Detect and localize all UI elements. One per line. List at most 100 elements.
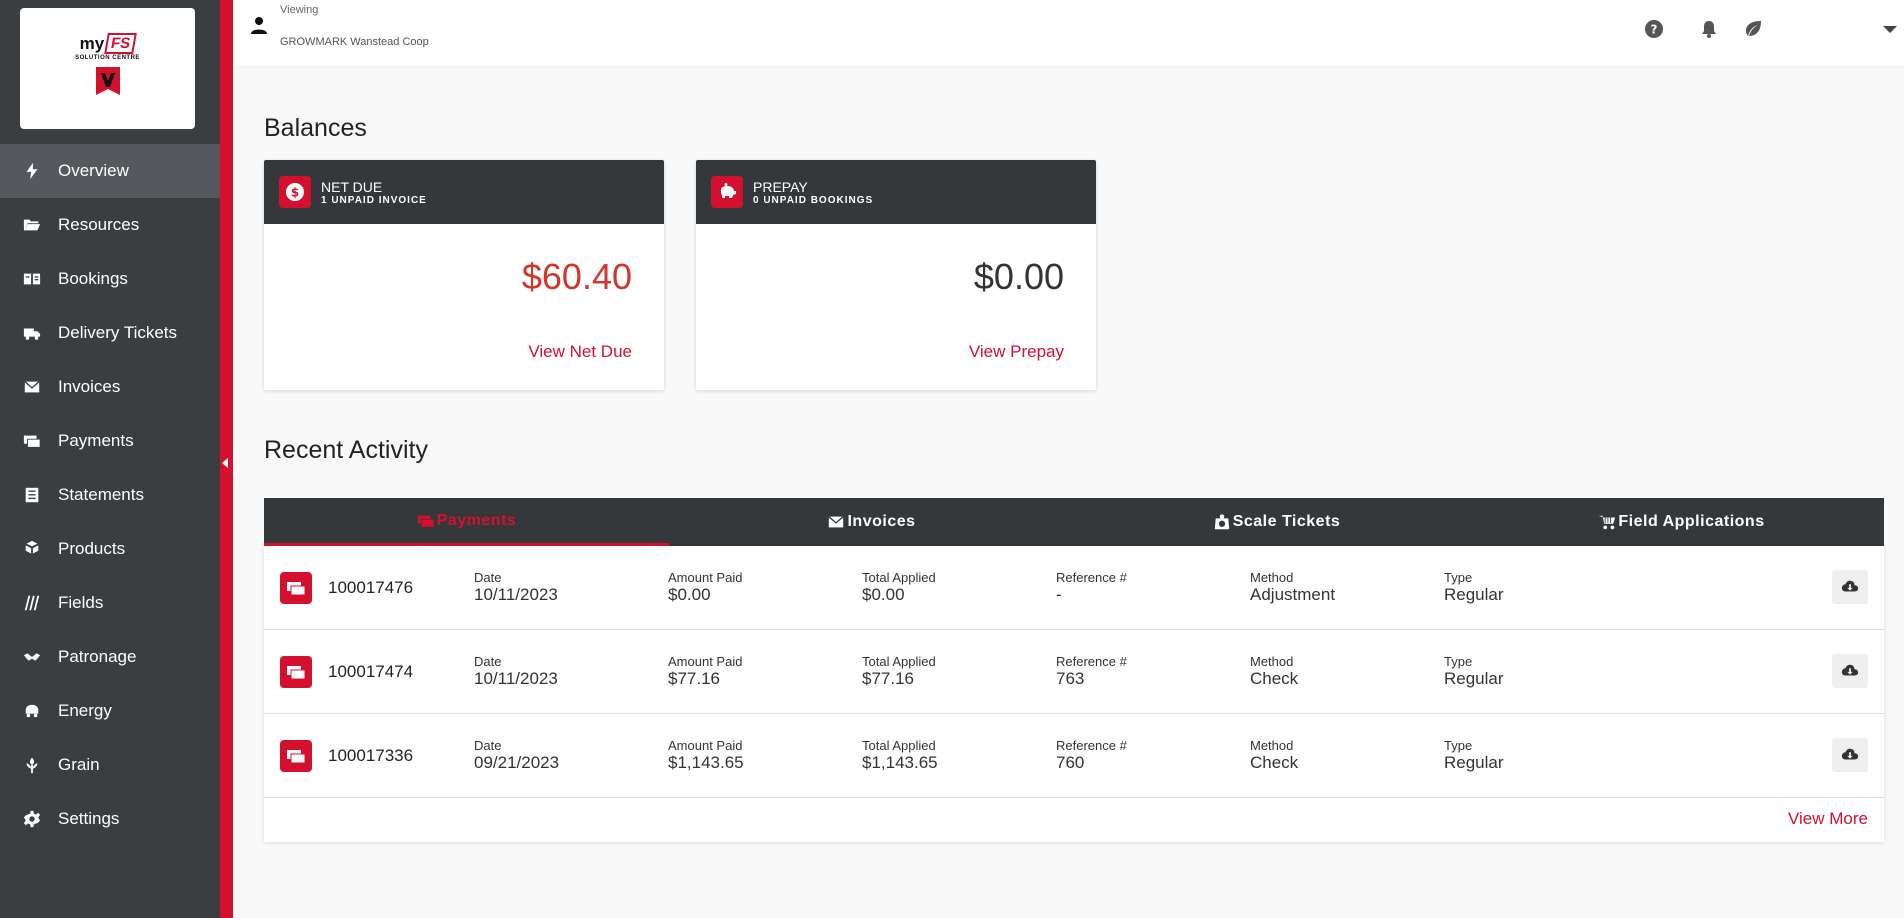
account-name[interactable]: GROWMARK Wanstead Coop xyxy=(280,36,429,48)
gear-icon xyxy=(22,809,42,829)
myfs-logo[interactable]: my FS SOLUTION CENTRE xyxy=(20,8,195,129)
date-label: Date xyxy=(474,738,502,753)
cloud-download-icon xyxy=(1841,580,1859,592)
viewing-label: Viewing xyxy=(280,4,319,16)
net-due-amount: $60.40 xyxy=(521,256,632,297)
collapse-sidebar-icon[interactable] xyxy=(222,458,228,468)
method-label: Method xyxy=(1250,738,1294,753)
date-label: Date xyxy=(474,570,502,585)
table-row[interactable]: 100017474 Date 10/11/2023 Amount Paid $77.… xyxy=(264,630,1884,714)
payments-list: 100017476 Date 10/11/2023 Amount Paid $0.0… xyxy=(264,546,1884,842)
boxes-icon xyxy=(22,539,42,559)
payment-id[interactable]: 100017336 xyxy=(328,746,413,766)
envelope-icon xyxy=(22,377,42,397)
prepay-subtitle: 0 UNPAID BOOKINGS xyxy=(753,194,874,206)
reference-value: - xyxy=(1056,585,1062,604)
energy-icon xyxy=(22,701,42,721)
table-row[interactable]: 100017476 Date 10/11/2023 Amount Paid $0.0… xyxy=(264,546,1884,630)
sidebar-item-label: Products xyxy=(58,539,126,558)
payment-icon xyxy=(417,515,435,528)
sidebar-item-label: Delivery Tickets xyxy=(58,323,178,342)
net-due-card: $ NET DUE 1 UNPAID INVOICE $60.40 View N… xyxy=(264,160,664,390)
scale-icon xyxy=(1214,514,1229,530)
sidebar-item-invoices[interactable]: Invoices xyxy=(0,360,220,414)
table-row[interactable]: 100017336 Date 09/21/2023 Amount Paid $1,1… xyxy=(264,714,1884,798)
sidebar-item-statements[interactable]: Statements xyxy=(0,468,220,522)
sidebar-item-fields[interactable]: Fields xyxy=(0,576,220,630)
sidebar-item-label: Energy xyxy=(58,701,112,720)
payment-icon xyxy=(280,572,312,604)
tab-scale-tickets[interactable]: Scale Tickets xyxy=(1074,498,1479,546)
payment-id[interactable]: 100017474 xyxy=(328,662,413,682)
amount-paid-value: $0.00 xyxy=(668,585,711,604)
leaf-icon[interactable] xyxy=(1743,19,1763,39)
sidebar-item-grain[interactable]: Grain xyxy=(0,738,220,792)
prepay-amount: $0.00 xyxy=(973,256,1064,297)
sidebar-item-overview[interactable]: Overview xyxy=(0,144,220,198)
payment-icon xyxy=(280,656,312,688)
tab-label: Field Applications xyxy=(1618,513,1765,530)
sidebar-item-label: Bookings xyxy=(58,269,128,288)
amount-paid-label: Amount Paid xyxy=(668,738,743,753)
date-value: 10/11/2023 xyxy=(474,585,558,604)
envelope-icon xyxy=(828,516,845,528)
payment-icon xyxy=(22,431,42,451)
sidebar-item-settings[interactable]: Settings xyxy=(0,792,220,846)
reference-label: Reference # xyxy=(1056,570,1127,585)
reference-value: 760 xyxy=(1056,753,1085,772)
download-button[interactable] xyxy=(1832,570,1868,604)
sidebar-item-label: Fields xyxy=(58,593,104,612)
sidebar-item-label: Overview xyxy=(58,161,129,180)
logo-fs-text: FS xyxy=(104,33,138,54)
download-button[interactable] xyxy=(1832,654,1868,688)
sidebar-item-delivery-tickets[interactable]: Delivery Tickets xyxy=(0,306,220,360)
reference-label: Reference # xyxy=(1056,654,1127,669)
tab-label: Payments xyxy=(436,511,517,529)
sidebar-item-label: Invoices xyxy=(58,377,121,396)
view-net-due-link[interactable]: View Net Due xyxy=(528,342,632,362)
download-button[interactable] xyxy=(1832,738,1868,772)
date-label: Date xyxy=(474,654,502,669)
total-applied-label: Total Applied xyxy=(862,738,936,753)
sprayer-icon xyxy=(1599,515,1616,530)
sidebar-item-energy[interactable]: Energy xyxy=(0,684,220,738)
view-more-link[interactable]: View More xyxy=(1788,809,1868,829)
handshake-icon xyxy=(22,647,42,667)
field-icon xyxy=(22,593,42,613)
date-value: 09/21/2023 xyxy=(474,753,560,772)
method-label: Method xyxy=(1250,654,1294,669)
date-value: 10/11/2023 xyxy=(474,669,558,688)
bell-icon[interactable] xyxy=(1699,19,1719,39)
payment-icon xyxy=(280,740,312,772)
help-icon[interactable]: ? xyxy=(1644,19,1664,39)
book-icon xyxy=(22,269,42,289)
amount-paid-label: Amount Paid xyxy=(668,654,743,669)
logo-mark-icon xyxy=(93,65,123,104)
tab-invoices[interactable]: Invoices xyxy=(669,498,1074,546)
folder-icon xyxy=(22,215,42,235)
chevron-down-icon[interactable] xyxy=(1883,26,1897,33)
grain-icon xyxy=(22,755,42,775)
sidebar-item-resources[interactable]: Resources xyxy=(0,198,220,252)
balances-heading: Balances xyxy=(264,114,367,142)
sidebar-item-products[interactable]: Products xyxy=(0,522,220,576)
method-value: Adjustment xyxy=(1250,585,1336,604)
type-value: Regular xyxy=(1444,585,1504,604)
payment-id[interactable]: 100017476 xyxy=(328,578,413,598)
sidebar-item-bookings[interactable]: Bookings xyxy=(0,252,220,306)
amount-paid-value: $1,143.65 xyxy=(668,753,744,772)
tab-field-applications[interactable]: Field Applications xyxy=(1479,498,1884,546)
amount-paid-value: $77.16 xyxy=(668,669,720,688)
type-value: Regular xyxy=(1444,753,1504,772)
view-prepay-link[interactable]: View Prepay xyxy=(969,342,1064,362)
sidebar-item-patronage[interactable]: Patronage xyxy=(0,630,220,684)
piggy-bank-icon xyxy=(711,176,743,208)
recent-activity-heading: Recent Activity xyxy=(264,436,428,464)
logo-my-text: my xyxy=(79,33,105,53)
net-due-subtitle: 1 UNPAID INVOICE xyxy=(321,194,427,206)
tab-payments[interactable]: Payments xyxy=(264,498,669,546)
sidebar-item-label: Grain xyxy=(58,755,100,774)
sidebar-item-payments[interactable]: Payments xyxy=(0,414,220,468)
top-header: Viewing GROWMARK Wanstead Coop ? xyxy=(233,0,1904,66)
user-icon[interactable] xyxy=(250,16,268,34)
